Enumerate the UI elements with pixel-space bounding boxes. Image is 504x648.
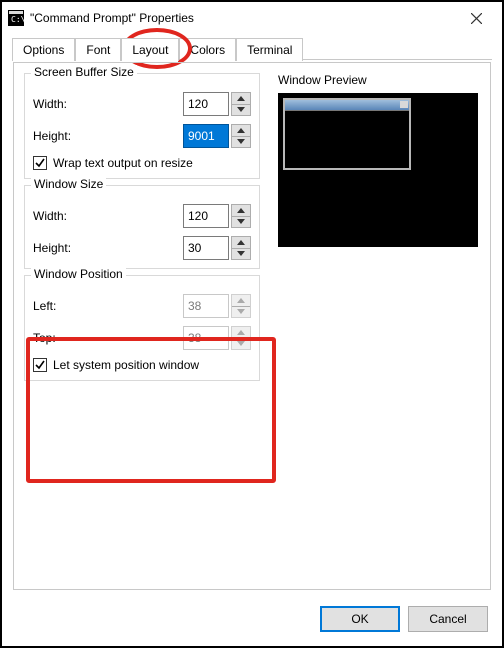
label-window-width: Width: — [33, 209, 183, 223]
spin-window-width[interactable] — [183, 204, 251, 228]
input-window-height[interactable] — [183, 236, 229, 260]
group-window-position: Window Position Left: Top: — [24, 275, 260, 381]
dialog-button-bar: OK Cancel — [320, 606, 488, 632]
tab-options[interactable]: Options — [12, 38, 75, 61]
svg-text:C:\: C:\ — [11, 15, 24, 24]
dialog-frame: C:\ "Command Prompt" Properties Options … — [0, 0, 504, 648]
group-title-window-size: Window Size — [31, 177, 106, 191]
cmd-icon: C:\ — [8, 10, 24, 26]
input-window-width[interactable] — [183, 204, 229, 228]
spin-position-top — [183, 326, 251, 350]
label-wrap-text: Wrap text output on resize — [53, 156, 193, 170]
spin-buffer-height[interactable] — [183, 124, 251, 148]
title-bar: C:\ "Command Prompt" Properties — [2, 2, 502, 34]
preview-mini-titlebar — [285, 100, 409, 111]
spin-up-icon[interactable] — [232, 93, 250, 104]
check-icon — [33, 358, 47, 372]
checkbox-wrap-text[interactable]: Wrap text output on resize — [33, 156, 251, 170]
label-window-height: Height: — [33, 241, 183, 255]
group-screen-buffer: Screen Buffer Size Width: Height: — [24, 73, 260, 179]
input-buffer-height[interactable] — [183, 124, 229, 148]
tab-panel-layout: Screen Buffer Size Width: Height: — [13, 62, 491, 590]
spin-down-icon[interactable] — [232, 136, 250, 148]
group-title-window-position: Window Position — [31, 267, 126, 281]
group-window-size: Window Size Width: Height: — [24, 185, 260, 269]
spin-buffer-width[interactable] — [183, 92, 251, 116]
spin-down-icon[interactable] — [232, 216, 250, 228]
ok-button[interactable]: OK — [320, 606, 400, 632]
spin-down-icon[interactable] — [232, 248, 250, 260]
spin-buttons[interactable] — [231, 204, 251, 228]
check-icon — [33, 156, 47, 170]
spin-buttons — [231, 326, 251, 350]
spin-buttons[interactable] — [231, 236, 251, 260]
spin-position-left — [183, 294, 251, 318]
tab-terminal[interactable]: Terminal — [236, 38, 303, 61]
input-buffer-width[interactable] — [183, 92, 229, 116]
label-position-top: Top: — [33, 331, 183, 345]
tab-font[interactable]: Font — [75, 38, 121, 61]
label-position-left: Left: — [33, 299, 183, 313]
spin-up-icon — [232, 295, 250, 306]
spin-down-icon[interactable] — [232, 104, 250, 116]
spin-buttons[interactable] — [231, 92, 251, 116]
spin-up-icon[interactable] — [232, 237, 250, 248]
cancel-button[interactable]: Cancel — [408, 606, 488, 632]
spin-down-icon — [232, 338, 250, 350]
label-window-preview: Window Preview — [278, 73, 480, 87]
spin-buttons[interactable] — [231, 124, 251, 148]
spin-window-height[interactable] — [183, 236, 251, 260]
tab-layout[interactable]: Layout — [121, 38, 179, 61]
label-buffer-width: Width: — [33, 97, 183, 111]
window-title: "Command Prompt" Properties — [30, 11, 194, 25]
spin-up-icon — [232, 327, 250, 338]
preview-mini-window — [283, 98, 411, 170]
checkbox-auto-position[interactable]: Let system position window — [33, 358, 251, 372]
tab-colors[interactable]: Colors — [179, 38, 236, 61]
close-button[interactable] — [456, 3, 496, 33]
input-position-left — [183, 294, 229, 318]
label-buffer-height: Height: — [33, 129, 183, 143]
spin-up-icon[interactable] — [232, 125, 250, 136]
tab-strip: Options Font Layout Colors Terminal — [2, 34, 502, 60]
window-preview — [278, 93, 478, 247]
group-title-screen-buffer: Screen Buffer Size — [31, 65, 137, 79]
label-auto-position: Let system position window — [53, 358, 199, 372]
spin-up-icon[interactable] — [232, 205, 250, 216]
close-icon — [471, 13, 482, 24]
spin-down-icon — [232, 306, 250, 318]
input-position-top — [183, 326, 229, 350]
spin-buttons — [231, 294, 251, 318]
